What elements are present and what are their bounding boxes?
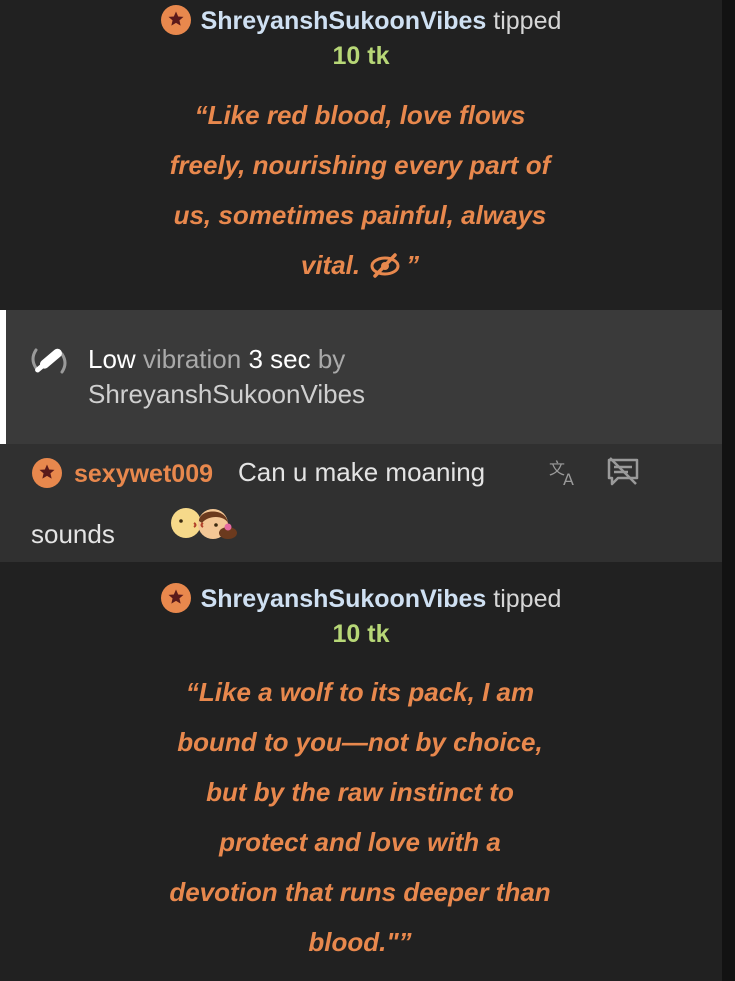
vibration-word: vibration [142,344,242,374]
by-word: by [317,344,346,374]
vibration-level: Low [88,344,136,374]
quote-line: us, sometimes painful, always [173,200,547,230]
vibration-text: Low vibration 3 sec by [88,343,345,375]
quote-line: blood."” [308,927,412,957]
star-badge-icon [32,458,62,488]
tipped-label: tipped [493,7,562,35]
star-badge-icon [160,5,191,35]
quote-line: “Like a wolf to its pack, I am [185,677,535,707]
vibration-duration: 3 sec [248,344,311,374]
scroll-rail[interactable] [722,0,735,981]
tip-amount: 10 tk [332,620,390,648]
svg-text:A: A [563,470,574,488]
vibration-notice: Low vibration 3 sec by [0,310,722,444]
tip-amount: 10 tk [332,42,390,70]
notice-accent-bar [0,310,6,444]
quote-line: bound to you—not by choice, [177,727,543,757]
tipped-label: tipped [493,585,562,613]
tipper-username[interactable]: ShreyanshSukoonVibes [201,585,487,613]
eye-slash-icon[interactable] [368,244,402,278]
vibration-icon [30,342,68,380]
tip-header: ShreyanshSukoonVibes tipped [0,583,722,614]
quote-line: vital. [300,250,361,280]
tipper-username[interactable]: ShreyanshSukoonVibes [201,7,487,35]
tip-quote: “Like red blood, love flows freely, nour… [120,90,600,290]
tip-quote: “Like a wolf to its pack, I am bound to … [120,667,600,967]
quote-line: protect and love with a [219,827,501,857]
quote-line: “Like red blood, love flows [194,100,526,130]
quote-line: devotion that runs deeper than [169,877,551,907]
star-badge-icon [160,583,191,613]
chat-text-line2: sounds [31,519,115,549]
translate-icon[interactable]: 文 A [548,456,580,489]
vibration-username[interactable]: ShreyanshSukoonVibes [88,378,365,410]
hide-message-icon[interactable] [606,456,640,488]
quote-close-mark: ” [406,250,420,280]
quote-line: but by the raw instinct to [206,777,514,807]
kissing-couple-emoji [166,505,248,541]
quote-last-line: vital. ” [120,240,600,290]
tip-header: ShreyanshSukoonVibes tipped [0,5,722,36]
chat-text-line1: Can u make moaning [238,457,486,487]
chat-username[interactable]: sexywet009 [74,458,213,490]
quote-line: freely, nourishing every part of [169,150,551,180]
chat-feed: ShreyanshSukoonVibes tipped 10 tk “Like … [0,0,722,981]
